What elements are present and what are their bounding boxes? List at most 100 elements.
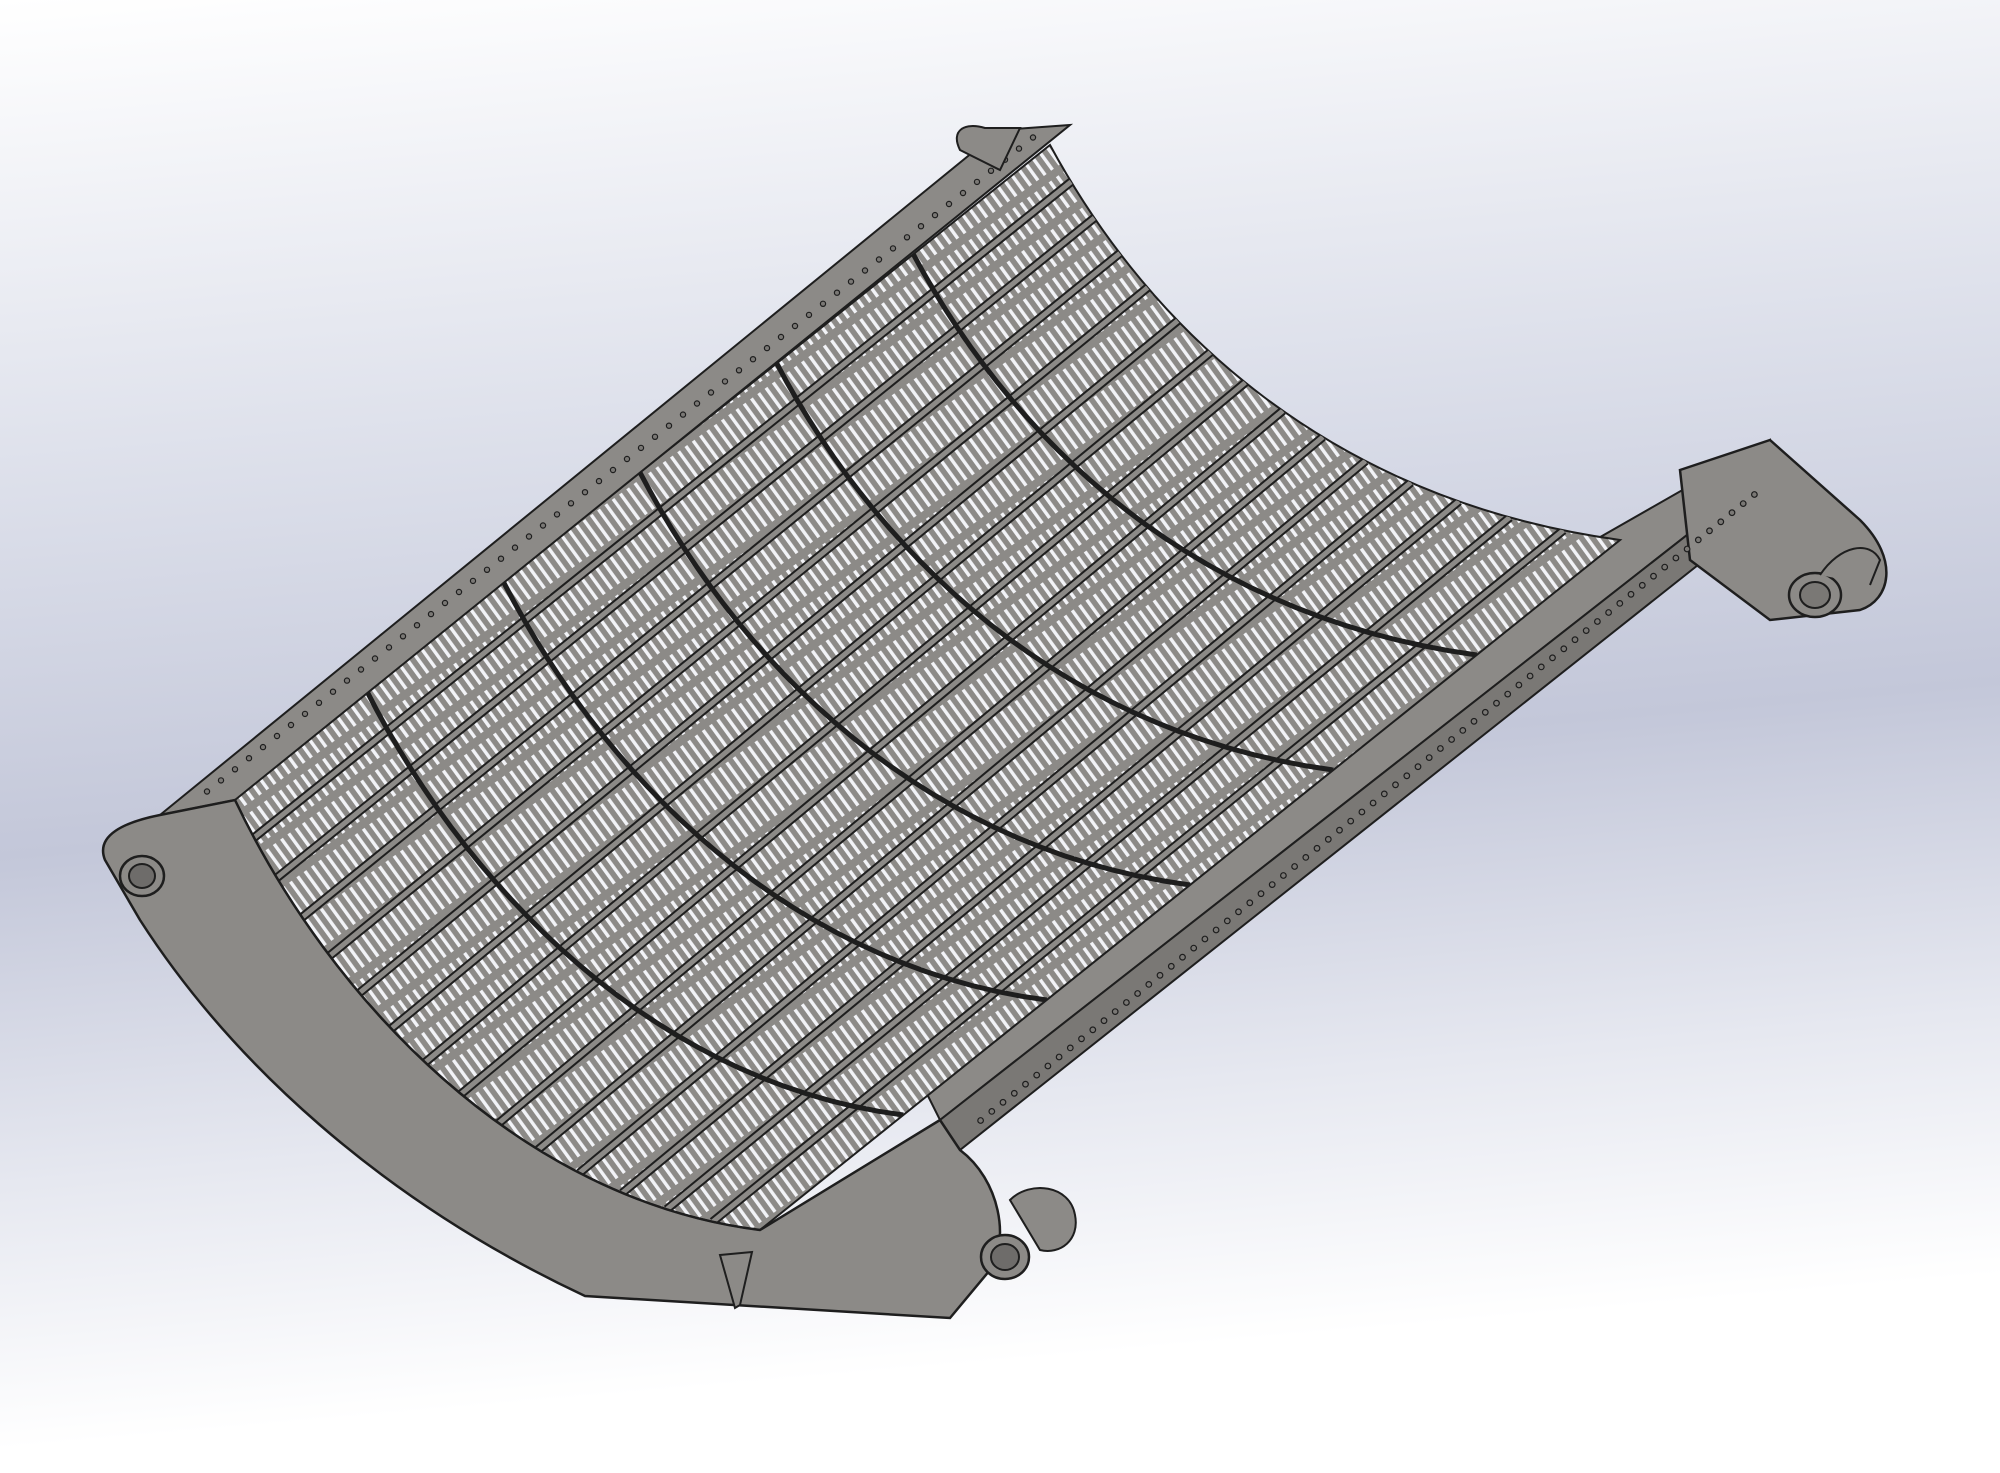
rail-hole (1010, 1089, 1018, 1097)
rail-hole (679, 411, 687, 418)
rail-hole (1504, 690, 1512, 698)
rail-hole (1111, 1008, 1119, 1015)
rail-hole (917, 222, 925, 230)
rail-hole (1100, 1017, 1108, 1025)
rail-hole (1134, 990, 1141, 997)
rail-hole (1537, 663, 1545, 671)
rail-hole (749, 356, 757, 363)
rail-hole (1627, 590, 1635, 598)
rail-hole (805, 311, 813, 319)
rail-hole (987, 167, 995, 174)
rail-hole (1706, 527, 1713, 535)
rail-hole (1717, 518, 1725, 526)
rail-hole (1324, 835, 1332, 843)
rail-hole (1515, 681, 1523, 689)
rail-hole (371, 655, 379, 662)
rail-hole (1593, 618, 1601, 625)
rail-hole (455, 588, 463, 596)
rail-hole (945, 200, 953, 208)
rail-hole (1190, 944, 1198, 952)
rail-hole (315, 699, 323, 707)
rail-hole (1044, 1062, 1052, 1070)
rail-hole (553, 511, 561, 518)
rail-hole (1638, 581, 1646, 589)
rail-hole (1448, 736, 1455, 743)
rail-hole (721, 378, 729, 385)
rail-hole (861, 267, 869, 274)
rail-hole (1414, 763, 1422, 771)
rail-hole (1481, 708, 1489, 716)
rail-hole (763, 344, 771, 352)
rail-hole (1022, 1080, 1029, 1088)
rail-hole (483, 566, 491, 574)
rail-hole (1201, 935, 1209, 943)
rail-hole (1683, 545, 1691, 553)
rail-hole (203, 788, 211, 795)
rail-hole (595, 477, 603, 485)
rail-hole (539, 522, 547, 529)
rail-hole (1661, 563, 1669, 571)
cad-graphics-viewport[interactable] (0, 0, 2000, 1473)
rail-hole (1694, 536, 1702, 544)
rail-hole (693, 400, 701, 407)
rail-hole (637, 444, 645, 452)
rail-hole (1526, 672, 1534, 680)
rail-hole (1459, 727, 1467, 734)
rail-hole (273, 732, 281, 740)
rail-hole (1313, 844, 1321, 852)
rail-hole (1066, 1044, 1074, 1052)
rail-hole (217, 777, 225, 784)
rail-hole (1392, 781, 1399, 789)
rail-hole (525, 533, 533, 540)
rail-hole (847, 278, 855, 285)
rail-hole (259, 743, 267, 751)
rail-hole (973, 178, 981, 186)
rail-hole (819, 300, 827, 307)
rail-hole (1246, 899, 1254, 907)
rail-hole (287, 721, 295, 729)
rail-hole (1436, 745, 1444, 752)
rear-pivot-hole-inner (1799, 581, 1831, 609)
rail-hole (357, 666, 365, 673)
rail-hole (441, 599, 449, 607)
rail-hole (1145, 981, 1153, 988)
rail-hole (1750, 491, 1758, 498)
rail-hole (875, 256, 883, 263)
rail-hole (1358, 808, 1366, 816)
front-right-pivot-hole-inner (990, 1243, 1020, 1271)
rail-hole (469, 577, 477, 585)
rail-hole (1571, 636, 1579, 644)
rail-hole (1336, 826, 1343, 834)
rail-hole (1616, 600, 1624, 607)
rail-hole (567, 500, 575, 507)
rail-hole (1672, 554, 1680, 562)
rail-hole (735, 367, 743, 374)
rail-hole (1347, 817, 1355, 825)
rail-hole (1369, 799, 1377, 807)
rail-hole (931, 211, 939, 219)
rail-hole (385, 644, 393, 651)
rail-hole (1235, 908, 1242, 916)
rail-hole (609, 466, 617, 474)
rail-hole (1156, 971, 1164, 979)
rail-hole (777, 333, 785, 341)
rail-hole (511, 544, 519, 551)
rail-hole (1179, 953, 1186, 961)
rail-hole (399, 633, 407, 640)
rail-hole (413, 622, 421, 629)
rail-hole (1078, 1035, 1085, 1043)
rail-hole (343, 677, 351, 684)
rail-hole (903, 234, 911, 241)
rail-hole (1380, 790, 1388, 798)
rail-hole (231, 766, 239, 773)
concave-grate-model[interactable] (0, 0, 2000, 1473)
rail-hole (1493, 699, 1500, 707)
rail-hole (1279, 872, 1287, 879)
rail-hole (1605, 609, 1612, 616)
rail-hole (1033, 1071, 1041, 1079)
rail-hole (1089, 1026, 1097, 1034)
rail-hole (651, 433, 659, 440)
rail-hole (833, 289, 841, 296)
rail-hole (1470, 717, 1478, 725)
rail-hole (623, 455, 631, 463)
